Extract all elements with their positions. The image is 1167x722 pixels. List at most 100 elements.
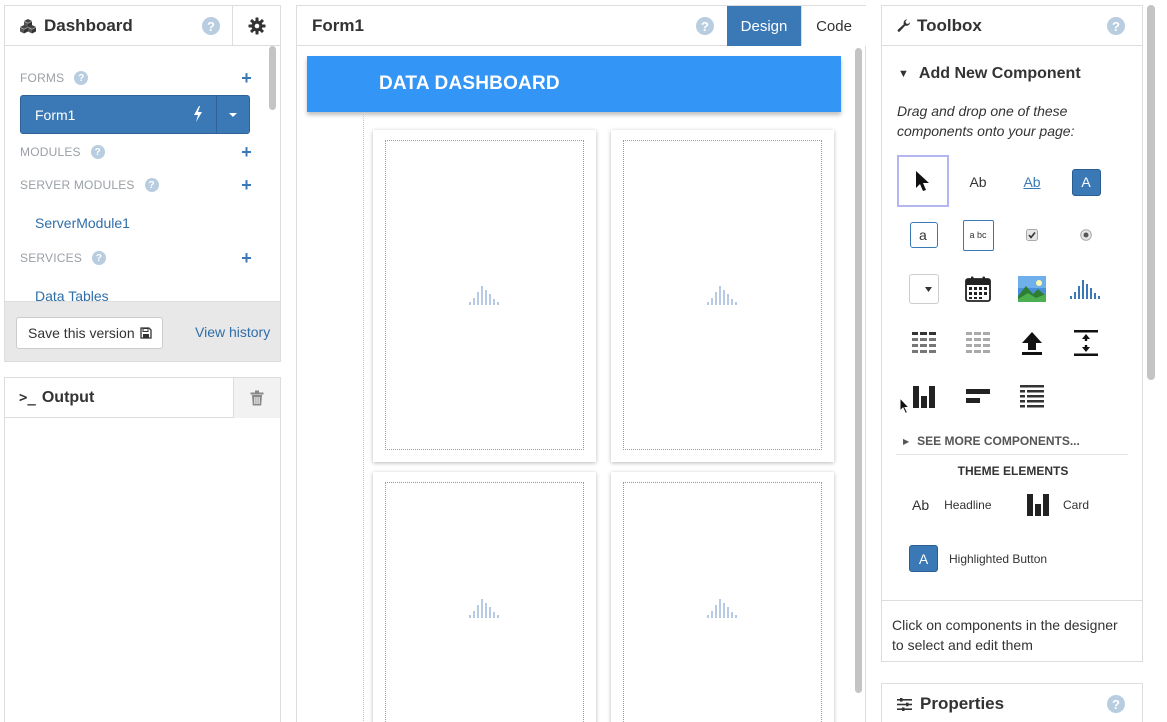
toolbox-help-icon[interactable]: ?	[1107, 17, 1125, 35]
triangle-down-icon: ▼	[898, 68, 909, 80]
toolbox-description: Drag and drop one of these components on…	[897, 103, 1075, 139]
clear-output-button[interactable]	[233, 378, 280, 418]
tool-flow-panel[interactable]	[952, 371, 1004, 423]
tool-image[interactable]	[1006, 263, 1058, 315]
toolbox-divider	[896, 454, 1128, 455]
version-footer: Save this version View history	[5, 301, 280, 361]
triangle-right-icon: ▶	[903, 436, 910, 446]
add-server-module-button[interactable]: +	[241, 176, 252, 194]
form-item-form1[interactable]: Form1	[20, 95, 250, 134]
startup-bolt-icon[interactable]	[193, 106, 203, 122]
form-options-dropdown[interactable]	[216, 96, 249, 133]
toolbox-scrollbar[interactable]	[1147, 5, 1155, 380]
see-more-components-toggle[interactable]: ▶ SEE MORE COMPONENTS...	[903, 434, 1080, 448]
label-tool-icon: Ab	[969, 174, 987, 190]
card-label: Card	[1063, 498, 1090, 512]
plot-placeholder[interactable]	[623, 140, 822, 450]
view-history-link[interactable]: View history	[195, 324, 270, 340]
caret-down-icon	[229, 112, 237, 117]
settings-button[interactable]	[232, 6, 280, 46]
services-section-label: SERVICES	[20, 251, 83, 265]
designer-help-icon[interactable]: ?	[696, 17, 714, 35]
app-tree-scrollbar[interactable]	[269, 46, 276, 110]
wrench-icon	[897, 18, 910, 32]
repeating-panel-icon	[966, 332, 990, 353]
tool-spacer[interactable]	[1060, 317, 1112, 369]
tool-label[interactable]: Ab	[952, 156, 1004, 208]
list-icon	[1020, 385, 1044, 408]
tool-list[interactable]	[1006, 371, 1058, 423]
designer-scrollbar[interactable]	[855, 48, 862, 693]
tab-design[interactable]: Design	[727, 6, 801, 46]
theme-item-headline[interactable]: Ab Headline	[912, 497, 992, 513]
tool-data-grid[interactable]	[898, 317, 950, 369]
toolbox-header: Toolbox ?	[882, 6, 1142, 46]
add-component-toggle[interactable]: ▼ Add New Component	[898, 65, 1081, 83]
design-canvas[interactable]: DATA DASHBOARD	[307, 56, 841, 722]
bar-chart-icon	[1070, 280, 1100, 299]
tool-checkbox[interactable]	[1006, 209, 1058, 261]
spacer-icon	[1074, 330, 1098, 356]
bar-chart-icon	[468, 286, 499, 305]
output-title: Output	[41, 388, 95, 406]
app-help-icon[interactable]: ?	[202, 17, 220, 35]
checkbox-icon	[1026, 229, 1038, 241]
tool-date-picker[interactable]	[952, 263, 1004, 315]
tool-button[interactable]: A	[1060, 156, 1112, 208]
toolbox-panel: Toolbox ? ▼ Add New Component Drag and d…	[881, 5, 1143, 662]
designer-panel: Form1 ? Design Code DATA DASHBOARD	[296, 5, 866, 722]
radio-button-icon	[1080, 229, 1092, 241]
button-tool-icon: A	[1071, 168, 1101, 196]
plot-card[interactable]	[373, 472, 596, 722]
plot-placeholder[interactable]	[385, 482, 584, 722]
app-title: Dashboard	[44, 15, 133, 35]
modules-section-label: MODULES	[20, 145, 81, 159]
server-module-item[interactable]: ServerModule1	[35, 215, 130, 231]
bar-chart-icon	[706, 599, 737, 618]
upload-arrow-icon	[1022, 332, 1042, 355]
add-module-button[interactable]: +	[241, 143, 252, 161]
tool-file-loader[interactable]	[1006, 317, 1058, 369]
plot-card[interactable]	[611, 472, 834, 722]
plot-placeholder[interactable]	[623, 482, 822, 722]
add-form-button[interactable]: +	[241, 69, 252, 87]
tool-radio-button[interactable]	[1060, 209, 1112, 261]
plot-card[interactable]	[373, 130, 596, 462]
toolbox-title: Toolbox	[917, 15, 982, 35]
forms-help-icon[interactable]: ?	[74, 71, 89, 85]
tab-code[interactable]: Code	[801, 6, 866, 46]
tool-repeating-panel[interactable]	[952, 317, 1004, 369]
tool-textbox[interactable]: a	[898, 209, 950, 261]
dashboard-banner[interactable]: DATA DASHBOARD	[307, 56, 841, 112]
properties-panel: Properties ?	[881, 683, 1143, 722]
tool-pointer[interactable]	[897, 155, 949, 207]
caret-down-icon	[925, 286, 932, 292]
services-help-icon[interactable]: ?	[92, 251, 107, 265]
theme-item-highlighted-button[interactable]: A Highlighted Button	[909, 545, 1047, 572]
designer-title: Form1	[312, 15, 364, 35]
pointer-cursor-icon	[916, 171, 929, 191]
forms-section: FORMS ? +	[20, 69, 252, 87]
card-icon	[1027, 494, 1049, 516]
plot-placeholder[interactable]	[385, 140, 584, 450]
mouse-cursor-icon	[899, 397, 911, 415]
app-panel: Dashboard ? FORMS ? + Form1 MODULES ? + …	[4, 5, 281, 362]
modules-section: MODULES ? +	[20, 143, 252, 161]
theme-item-card[interactable]: Card	[1027, 494, 1089, 516]
output-panel: >_ Output	[4, 377, 281, 722]
add-service-button[interactable]: +	[241, 249, 252, 267]
tool-link[interactable]: Ab	[1006, 156, 1058, 208]
properties-help-icon[interactable]: ?	[1107, 695, 1125, 713]
modules-help-icon[interactable]: ?	[90, 145, 105, 159]
server-modules-help-icon[interactable]: ?	[144, 178, 159, 192]
headline-icon: Ab	[912, 497, 930, 513]
plot-card[interactable]	[611, 130, 834, 462]
tool-dropdown[interactable]	[898, 263, 950, 315]
tool-plot[interactable]	[1060, 263, 1112, 315]
textarea-tool-icon: a bc	[962, 219, 994, 251]
service-item-data-tables[interactable]: Data Tables	[35, 288, 109, 302]
tool-textarea[interactable]: a bc	[952, 209, 1004, 261]
save-version-button[interactable]: Save this version	[16, 317, 163, 349]
dropdown-tool-icon	[909, 274, 939, 304]
output-header: >_ Output	[5, 378, 280, 418]
